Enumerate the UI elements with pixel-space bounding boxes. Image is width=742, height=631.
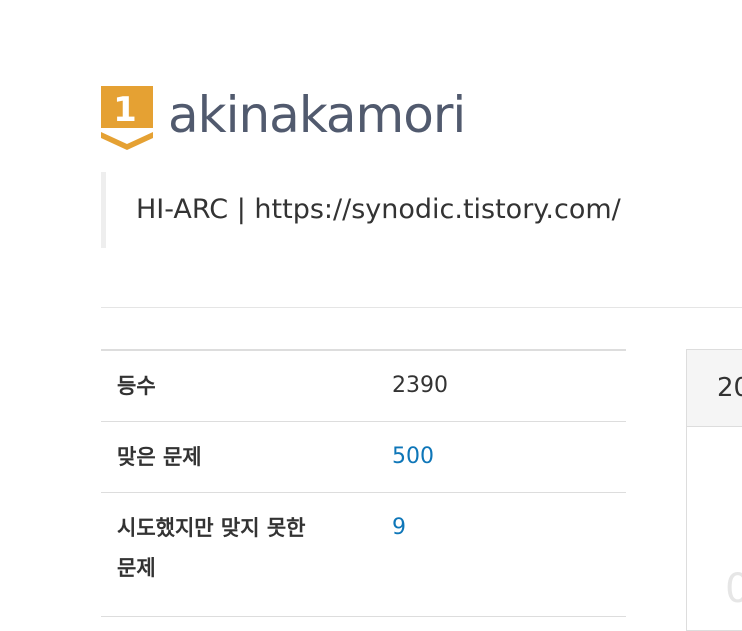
- solved-count-link[interactable]: 500: [392, 444, 434, 469]
- rank-label: 등수: [117, 374, 156, 398]
- table-row-tried-failed: 시도했지만 맞지 못한 문제 9: [101, 492, 626, 617]
- tried-failed-count-link[interactable]: 9: [392, 515, 406, 540]
- right-panel: 20 0: [686, 349, 742, 631]
- rank-value: 2390: [392, 373, 448, 398]
- stats-table: 등수 2390 맞은 문제 500 시도했지만 맞지 못한 문제 9: [101, 349, 626, 617]
- solved-label: 맞은 문제: [117, 445, 202, 469]
- tried-failed-label: 시도했지만 맞지 못한 문제: [101, 493, 392, 617]
- table-row-solved: 맞은 문제 500: [101, 421, 626, 493]
- profile-bio: HI-ARC | https://synodic.tistory.com/: [101, 172, 621, 248]
- username: akinakamori: [168, 86, 466, 144]
- tier-badge-icon: 1: [101, 86, 153, 150]
- tier-number: 1: [113, 90, 137, 130]
- section-divider: [101, 307, 742, 308]
- tried-failed-label-line2: 문제: [117, 556, 156, 580]
- right-panel-header: 20: [687, 350, 742, 427]
- tried-failed-label-line1: 시도했지만 맞지 못한: [117, 516, 306, 540]
- tried-failed-value-cell: 9: [392, 493, 626, 617]
- solved-value-cell: 500: [392, 422, 626, 493]
- table-row-rank: 등수 2390: [101, 350, 626, 422]
- right-panel-faint-glyph: 0: [725, 566, 742, 612]
